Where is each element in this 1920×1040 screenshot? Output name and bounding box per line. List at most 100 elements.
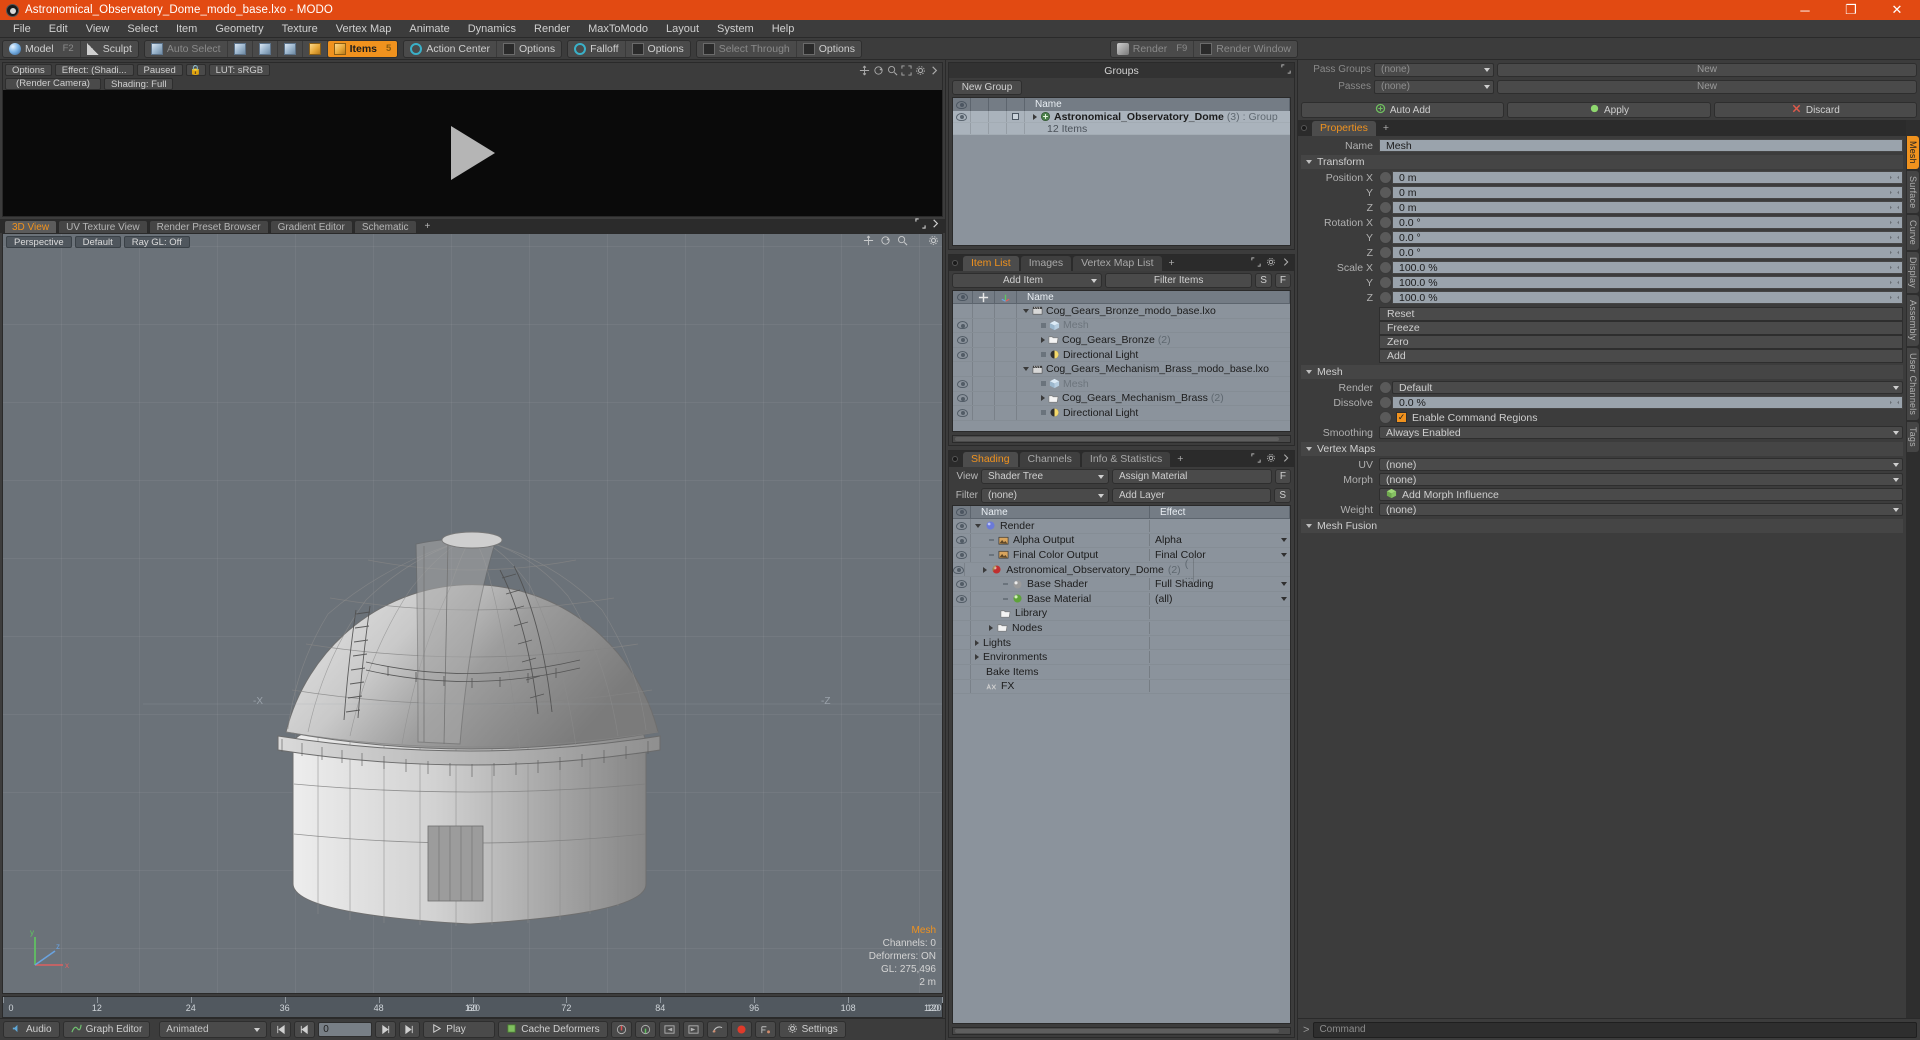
item-row-axis[interactable] (995, 347, 1017, 362)
preview-effect-button[interactable]: Effect: (Shadi... (54, 64, 134, 76)
item-row-lock[interactable] (973, 318, 995, 333)
command-input[interactable]: Command (1313, 1021, 1917, 1038)
shader-row-visibility[interactable] (953, 664, 971, 679)
vertical-tab-assembly[interactable]: Assembly (1907, 295, 1919, 346)
preview-shading-button[interactable]: Shading: Full (104, 77, 174, 90)
tab-images[interactable]: Images (1020, 255, 1072, 271)
pass-groups-dropdown[interactable]: (none) (1374, 62, 1494, 77)
tab-add-button[interactable]: + (1164, 256, 1180, 271)
item-row-name[interactable]: Directional Light (1017, 349, 1290, 361)
knob-icon[interactable] (1379, 396, 1392, 409)
transform-add-button[interactable]: Add (1379, 349, 1903, 363)
knob-icon[interactable] (1379, 171, 1392, 184)
tab-info-statistics[interactable]: Info & Statistics (1081, 451, 1171, 467)
transform-zero-button[interactable]: Zero (1379, 335, 1903, 349)
shading-s-button[interactable]: S (1274, 488, 1291, 503)
animated-dropdown[interactable]: Animated (159, 1021, 268, 1038)
expand-twisty-icon[interactable] (1023, 367, 1029, 372)
maximize-viewport-icon[interactable] (915, 218, 926, 232)
panel-menu-dot[interactable] (952, 456, 958, 462)
play-triangle-icon[interactable] (450, 126, 495, 180)
knob-icon[interactable] (1379, 216, 1392, 229)
go-to-start-button[interactable] (270, 1021, 292, 1038)
menu-item-maxtomodo[interactable]: MaxToModo (579, 20, 657, 38)
current-frame-input[interactable]: 0 (318, 1022, 373, 1037)
move-icon[interactable] (863, 235, 874, 249)
toolbar-render-window-button[interactable]: Render Window (1194, 41, 1297, 57)
menu-item-layout[interactable]: Layout (657, 20, 708, 38)
item-row-name[interactable]: Mesh (1017, 378, 1290, 390)
expand-twisty-icon[interactable] (1033, 113, 1037, 120)
spinner-icon[interactable] (1890, 173, 1899, 182)
item-row-name[interactable]: Cog_Gears_Mechanism_Brass (2) (1017, 392, 1290, 404)
go-to-end-button[interactable] (399, 1021, 421, 1038)
tab-item-list[interactable]: Item List (963, 255, 1019, 271)
discard-button[interactable]: Discard (1713, 102, 1917, 118)
chevron-right-icon[interactable] (1281, 453, 1291, 466)
knob-icon[interactable] (1379, 261, 1392, 274)
item-row-visibility[interactable] (953, 333, 973, 347)
item-row-visibility[interactable] (953, 318, 973, 333)
minimize-button[interactable]: ─ (1782, 0, 1828, 20)
shader-row-effect[interactable]: Alpha (1150, 534, 1290, 546)
menu-item-dynamics[interactable]: Dynamics (459, 20, 525, 38)
expand-twisty-icon[interactable] (989, 624, 993, 631)
chevron-right-icon[interactable] (1281, 257, 1291, 270)
toolbar-vertex-button[interactable] (228, 40, 253, 57)
zoom-icon[interactable] (897, 235, 908, 249)
assign-material-button[interactable]: Assign Material (1112, 469, 1272, 484)
shader-tree-row[interactable]: Lights (953, 635, 1290, 651)
shader-row-name[interactable]: Base Shader (971, 578, 1150, 591)
shader-row-visibility[interactable] (953, 591, 971, 606)
key-out-button[interactable] (634, 1021, 656, 1038)
graph-editor-button[interactable]: Graph Editor (62, 1021, 151, 1038)
shader-tree-row[interactable]: Base Material (all) (953, 591, 1290, 607)
preview-paused-button[interactable]: Paused (136, 64, 183, 76)
cache-deformers-button[interactable]: Cache Deformers (498, 1021, 608, 1038)
section-vertex-maps[interactable]: Vertex Maps (1301, 442, 1903, 456)
gear-icon[interactable] (1266, 257, 1276, 270)
chevron-down-icon[interactable] (1281, 596, 1287, 601)
spinner-icon[interactable] (1890, 188, 1899, 197)
mesh-smoothing-dropdown[interactable]: Always Enabled (1379, 426, 1903, 439)
chevron-down-icon[interactable] (1281, 538, 1287, 543)
transform-freeze-button[interactable]: Freeze (1379, 321, 1903, 335)
section-transform[interactable]: Transform (1301, 155, 1903, 169)
item-row-axis[interactable] (995, 391, 1017, 406)
maximize-icon[interactable] (1281, 64, 1291, 77)
item-list-tree[interactable]: Name Cog_Gears_Bronze_modo_base.lxo Mesh C… (952, 290, 1291, 432)
item-list-row[interactable]: Mesh (953, 376, 1290, 392)
item-row-visibility[interactable] (953, 376, 973, 391)
shader-tree-row[interactable]: Astronomical_Observatory_Dome (2) ( ... (953, 557, 1290, 582)
lock-icon[interactable]: 🔒 (185, 64, 206, 76)
add-layer-button[interactable]: Add Layer (1112, 488, 1272, 503)
toolbar-polygon-button[interactable] (278, 40, 303, 57)
vertexmaps-uv-dropdown[interactable]: (none) (1379, 458, 1903, 471)
key-in-button[interactable] (610, 1021, 632, 1038)
menu-item-animate[interactable]: Animate (400, 20, 458, 38)
mesh-dissolve-input[interactable]: 0.0 % (1392, 396, 1903, 409)
item-list-row[interactable]: Mesh (953, 318, 1290, 334)
expand-twisty-icon[interactable] (1041, 336, 1045, 343)
mesh-command-regions-group[interactable]: ✓ Enable Command Regions (1392, 412, 1903, 424)
visibility-icon[interactable] (956, 550, 967, 559)
new-pass-button[interactable]: New (1497, 79, 1917, 94)
groups-row-name[interactable]: Astronomical_Observatory_Dome (3) : Grou… (1025, 111, 1290, 123)
preview-render-area[interactable] (3, 90, 942, 216)
toolbar-auto-select-button[interactable]: Auto Select (145, 40, 228, 57)
panel-menu-dot[interactable] (1301, 125, 1307, 131)
menu-item-render[interactable]: Render (525, 20, 579, 38)
visibility-icon[interactable] (956, 594, 967, 603)
knob-icon[interactable] (1379, 276, 1392, 289)
item-list-row[interactable]: Directional Light (953, 347, 1290, 363)
preview-camera-button[interactable]: (Render Camera) (5, 77, 101, 90)
shader-row-effect[interactable]: (all) (1150, 593, 1290, 605)
shader-row-name[interactable]: Render (971, 519, 1150, 532)
shader-row-visibility[interactable] (953, 577, 971, 591)
transform-field-input[interactable]: 100.0 % (1392, 291, 1903, 304)
chevron-right-icon[interactable] (930, 218, 941, 232)
play-button[interactable]: Play (423, 1021, 496, 1038)
add-morph-influence-button[interactable]: Add Morph Influence (1379, 488, 1903, 501)
menu-item-select[interactable]: Select (118, 20, 167, 38)
visibility-icon[interactable] (957, 350, 968, 359)
